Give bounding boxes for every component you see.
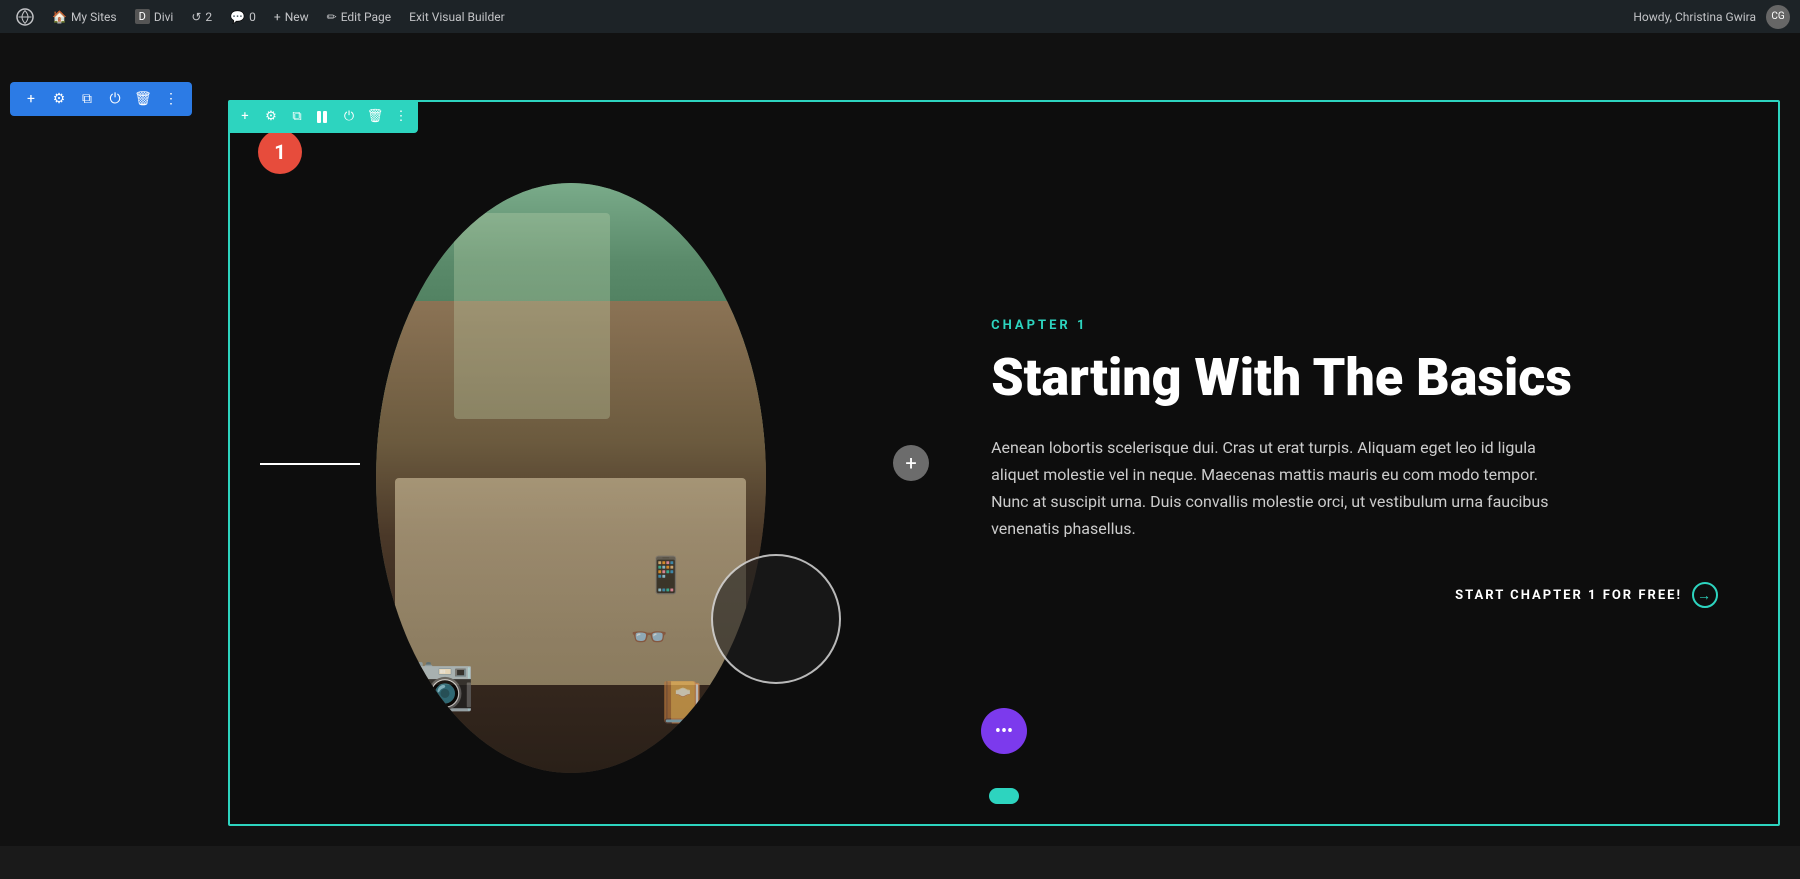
- chapter-badge: 1: [258, 130, 302, 174]
- comments-menu[interactable]: 💬 0: [224, 0, 262, 33]
- more-options-button[interactable]: •••: [981, 708, 1027, 754]
- wordpress-logo[interactable]: [10, 0, 40, 33]
- edit-page-button[interactable]: ✏ Edit Page: [321, 0, 398, 33]
- comments-icon: 💬: [230, 10, 245, 24]
- home-icon: 🏠: [52, 10, 67, 24]
- left-controls: + ⚙ ⧉ ⏻ 🗑 ⋮: [0, 66, 196, 879]
- section-container: + ⚙ ⧉ ⏻ 🗑 ⋮ 1: [228, 100, 1780, 826]
- cta-arrow-icon: →: [1692, 582, 1718, 608]
- add-column-button[interactable]: +: [893, 445, 929, 481]
- divi-menu[interactable]: D Divi: [129, 0, 180, 33]
- row-more-button[interactable]: ⋮: [160, 88, 182, 110]
- chapter-title: Starting With The Basics: [991, 349, 1718, 406]
- section-delete-button[interactable]: 🗑: [362, 104, 388, 130]
- chapter-body: Aenean lobortis scelerisque dui. Cras ut…: [991, 434, 1551, 543]
- main-content: + ⚙ ⧉ ⏻ 🗑 ⋮ + ⚙ ⧉ ⏻ 🗑 ⋮ 1: [0, 33, 1800, 846]
- row-duplicate-button[interactable]: ⧉: [76, 88, 98, 110]
- row-controls-toolbar: + ⚙ ⧉ ⏻ 🗑 ⋮: [10, 82, 192, 116]
- oval-image-container: 📷 📔 👓 📱: [376, 183, 766, 773]
- section-columns-button[interactable]: [310, 104, 336, 130]
- chapter-cta-button[interactable]: START CHAPTER 1 FOR FREE! →: [991, 582, 1718, 608]
- my-sites-menu[interactable]: 🏠 My Sites: [46, 0, 123, 33]
- section-duplicate-button[interactable]: ⧉: [284, 104, 310, 130]
- admin-bar-user: Howdy, Christina Gwira CG: [1633, 5, 1790, 29]
- row-settings-button[interactable]: ⚙: [48, 88, 70, 110]
- section-add-button[interactable]: +: [232, 104, 258, 130]
- revisions-icon: ↺: [191, 10, 201, 24]
- image-column: 📷 📔 👓 📱 +: [230, 102, 911, 824]
- section-disable-button[interactable]: ⏻: [336, 104, 362, 130]
- section-more-button[interactable]: ⋮: [388, 104, 414, 130]
- revisions-menu[interactable]: ↺ 2: [185, 0, 218, 33]
- plus-icon: +: [274, 10, 281, 24]
- content-column: CHAPTER 1 Starting With The Basics Aenea…: [911, 102, 1778, 824]
- new-menu[interactable]: + New: [268, 0, 315, 33]
- section-settings-button[interactable]: ⚙: [258, 104, 284, 130]
- oval-image-background: 📷 📔 👓 📱: [376, 183, 766, 773]
- divi-icon: D: [135, 9, 150, 24]
- chapter-label: CHAPTER 1: [991, 318, 1718, 333]
- decorative-line: [260, 463, 360, 465]
- edit-icon: ✏: [327, 10, 337, 24]
- avatar: CG: [1766, 5, 1790, 29]
- exit-visual-builder-button[interactable]: Exit Visual Builder: [403, 0, 511, 33]
- row-delete-button[interactable]: 🗑: [132, 88, 154, 110]
- admin-bar: 🏠 My Sites D Divi ↺ 2 💬 0 + New ✏ Edit P…: [0, 0, 1800, 33]
- circle-overlay: [711, 554, 841, 684]
- scroll-indicator: [989, 788, 1019, 804]
- row-disable-button[interactable]: ⏻: [104, 88, 126, 110]
- section-toolbar: + ⚙ ⧉ ⏻ 🗑 ⋮: [228, 100, 418, 133]
- row-add-button[interactable]: +: [20, 88, 42, 110]
